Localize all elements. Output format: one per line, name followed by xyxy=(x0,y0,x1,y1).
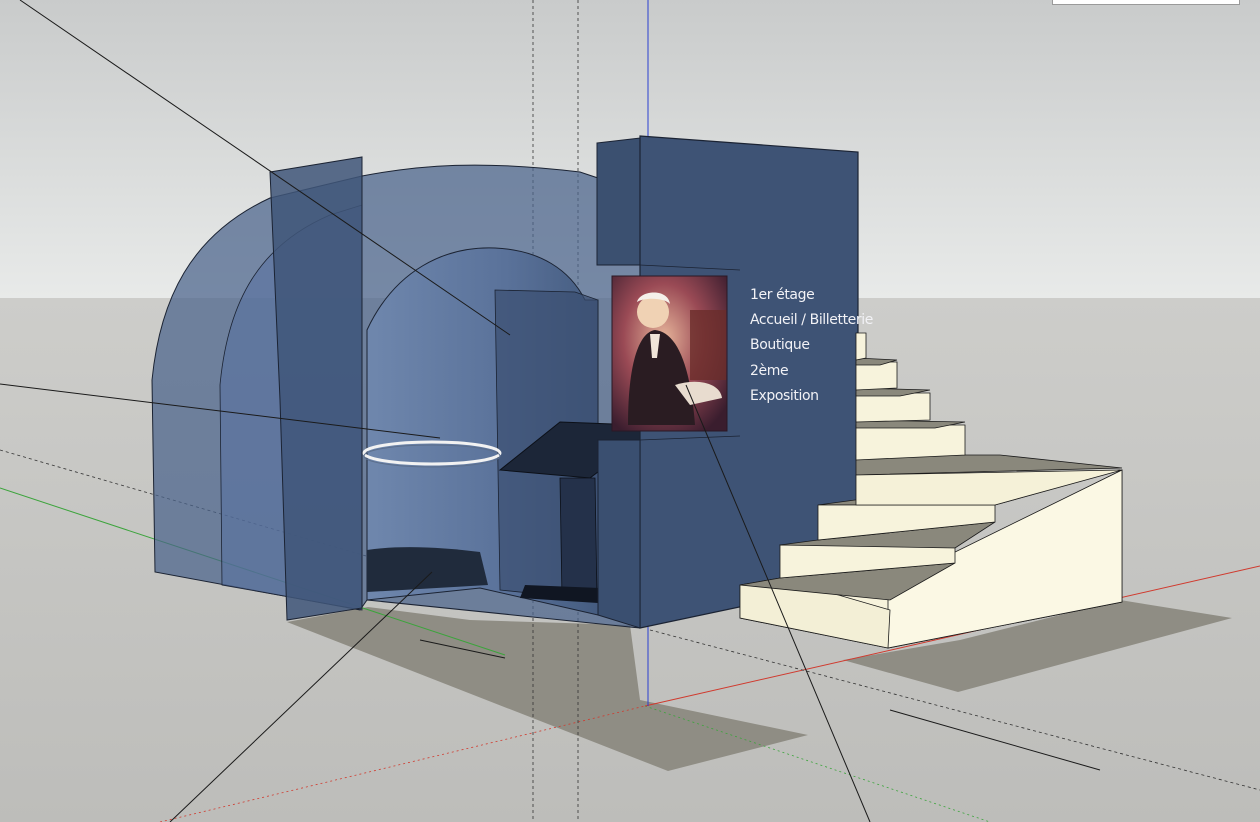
sign-line-shop: Boutique xyxy=(750,337,810,353)
museum-building-model[interactable] xyxy=(151,135,859,629)
sign-line-floor1: 1er étage xyxy=(750,287,815,303)
portrait-painting-icon[interactable] xyxy=(611,275,728,432)
sign-line-floor2: 2ème xyxy=(750,363,789,379)
sign-line-reception: Accueil / Billetterie xyxy=(750,312,873,328)
sign-line-exhibition: Exposition xyxy=(750,388,819,404)
dialog-panel-edge[interactable] xyxy=(1052,0,1240,5)
modeling-viewport[interactable]: 1er étage Accueil / Billetterie Boutique… xyxy=(0,0,1260,822)
